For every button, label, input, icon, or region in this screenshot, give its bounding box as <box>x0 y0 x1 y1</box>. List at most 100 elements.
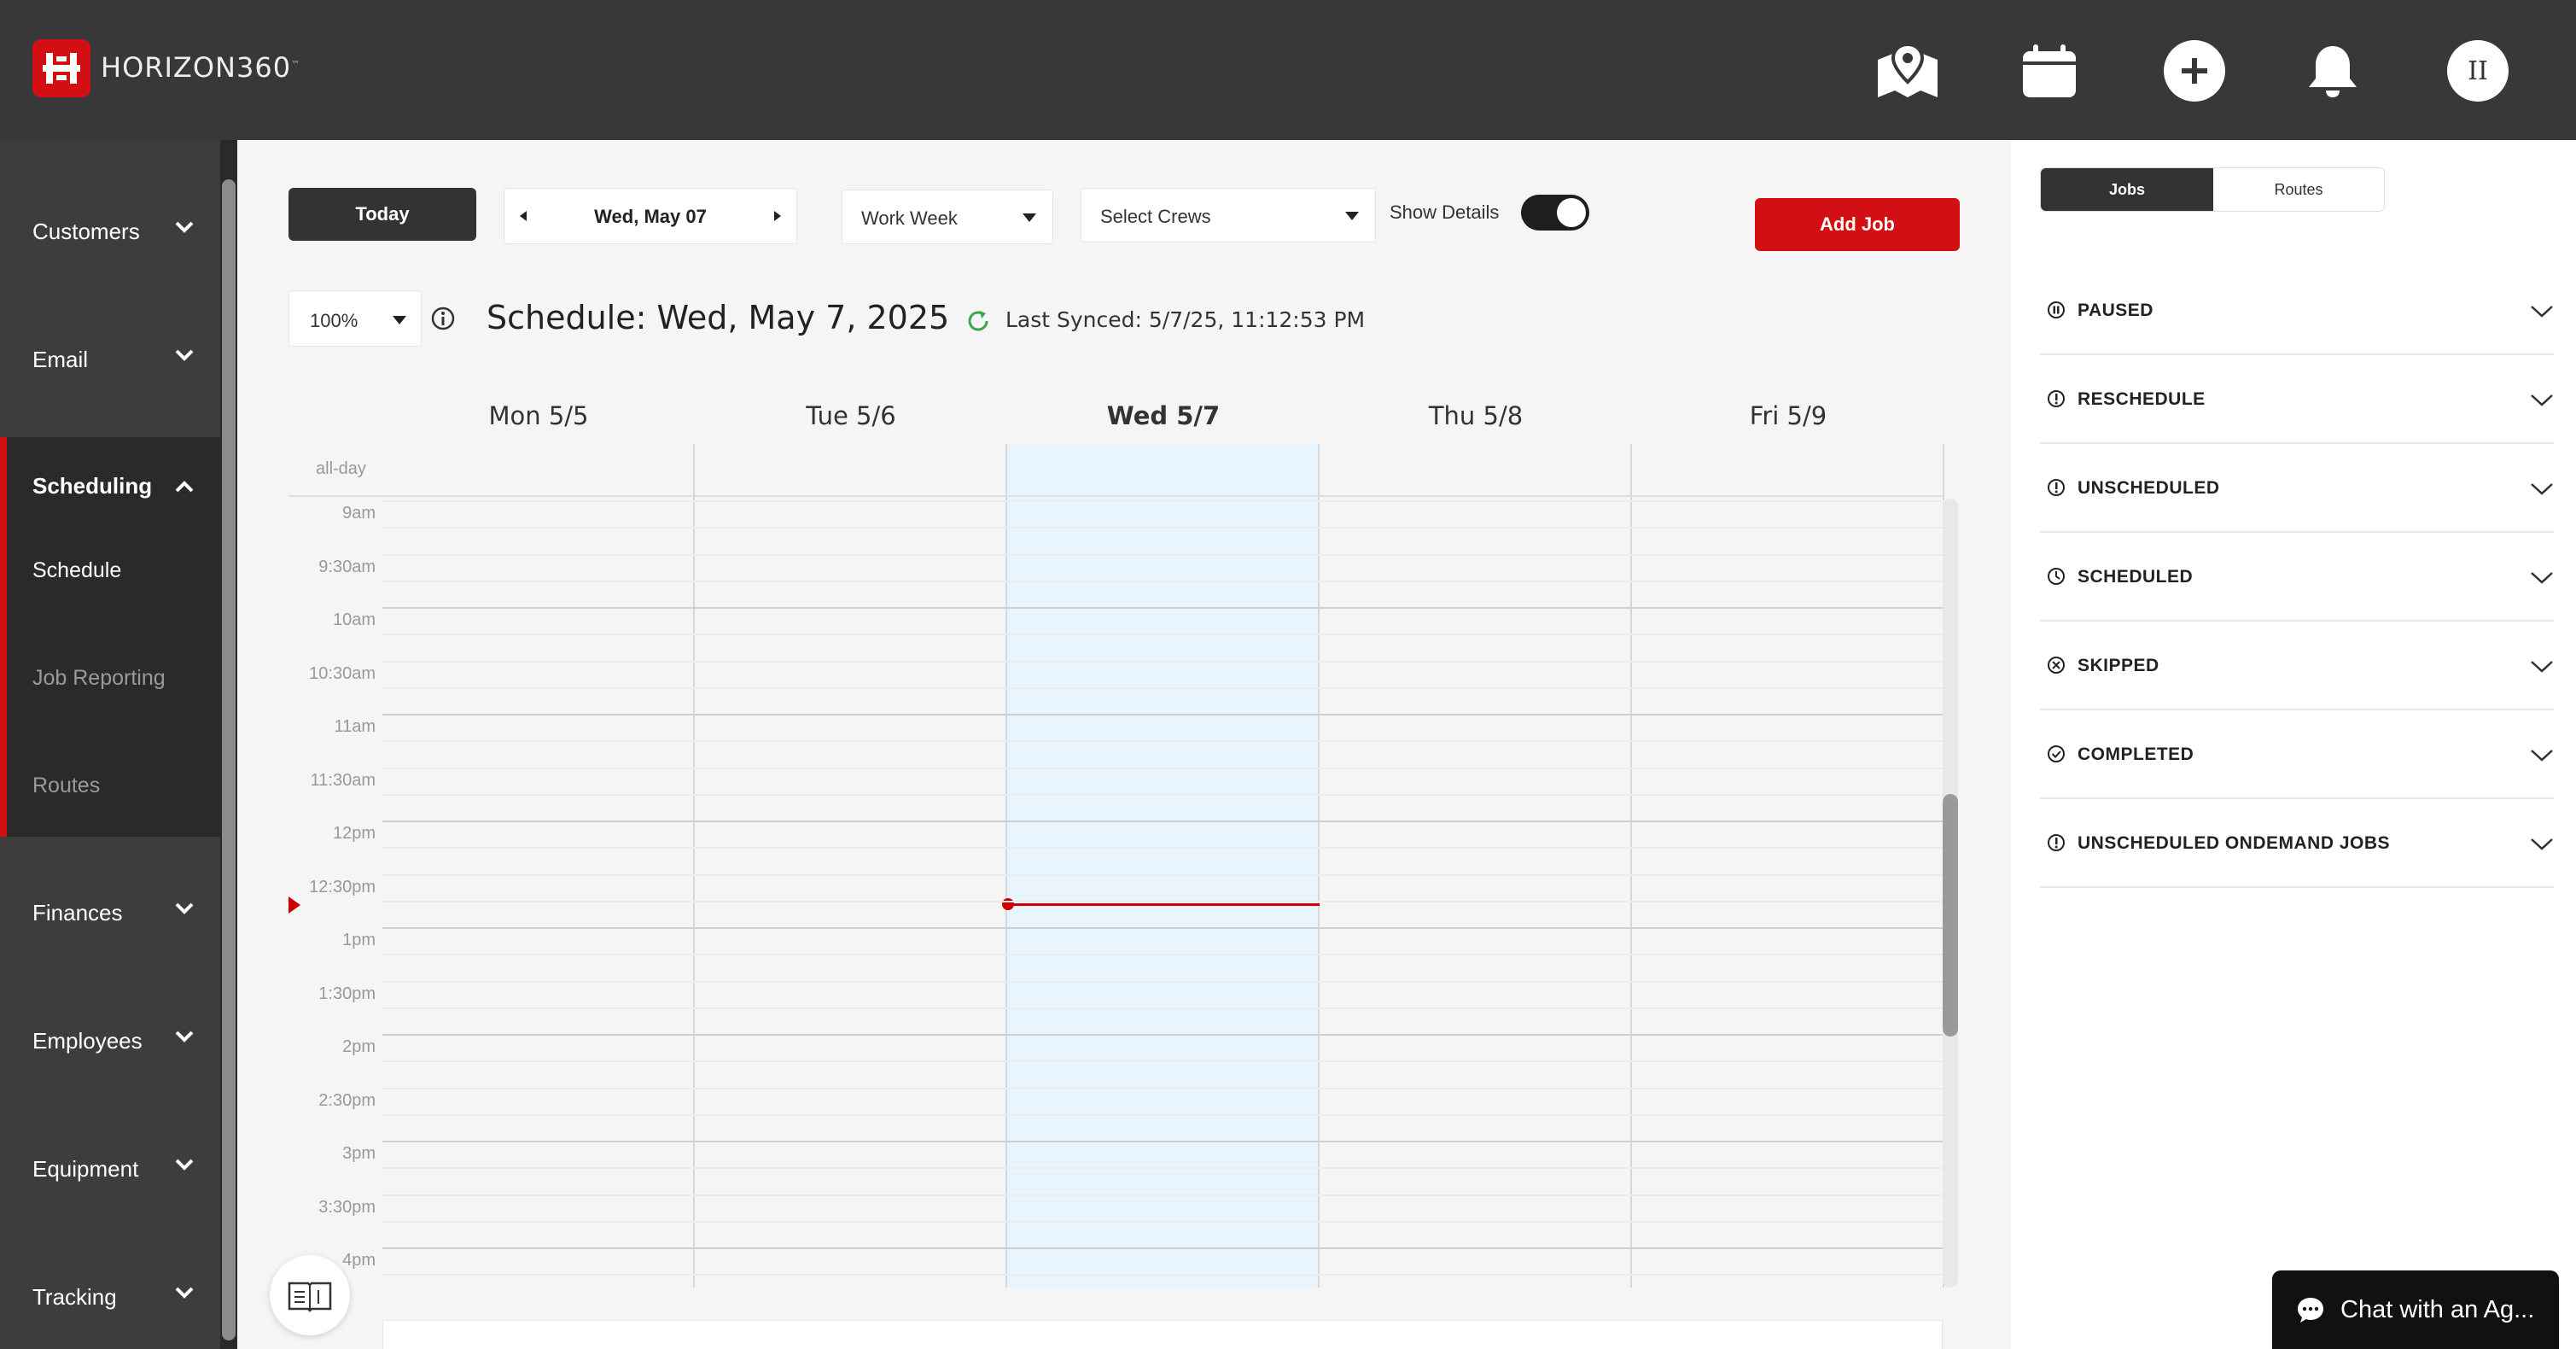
time-label: 2pm <box>342 1037 376 1056</box>
time-label: 10:30am <box>309 664 376 683</box>
last-synced-text: Last Synced: 5/7/25, 11:12:53 PM <box>1005 307 1366 332</box>
sidebar-item-customers[interactable]: Customers <box>0 167 220 295</box>
add-job-button[interactable]: Add Job <box>1755 198 1960 251</box>
top-bar: HORIZON360™ II <box>0 0 2576 140</box>
day-header[interactable]: Tue 5/6 <box>695 401 1007 430</box>
plus-circle-icon[interactable] <box>2156 32 2233 109</box>
map-pin-icon[interactable] <box>1869 32 1946 109</box>
job-group-paused[interactable]: PAUSED <box>2040 266 2554 355</box>
time-grid-line <box>382 1007 1944 1009</box>
zoom-select[interactable]: 100% <box>288 290 422 347</box>
sidebar-item-finances[interactable]: Finances <box>0 849 220 977</box>
job-group-label: PAUSED <box>2078 301 2153 320</box>
sidebar-subitem-job-reporting[interactable]: Job Reporting <box>32 666 166 691</box>
day-header[interactable]: Mon 5/5 <box>382 401 695 430</box>
job-group-scheduled[interactable]: SCHEDULED <box>2040 533 2554 622</box>
logo-text[interactable]: HORIZON360™ <box>101 51 300 84</box>
sidebar-item-label: Finances <box>32 899 123 926</box>
chevron-down-icon <box>175 1287 194 1299</box>
x-circle-icon <box>2048 657 2065 674</box>
day-header[interactable]: Fri 5/9 <box>1632 401 1944 430</box>
chevron-up-icon[interactable] <box>174 480 195 493</box>
alert-circle-icon <box>2048 479 2065 496</box>
time-grid-line <box>382 847 1944 849</box>
time-label: 10am <box>332 610 376 629</box>
sidebar-item-employees[interactable]: Employees <box>0 977 220 1105</box>
tab-jobs[interactable]: Jobs <box>2041 168 2213 211</box>
job-group-unscheduled[interactable]: UNSCHEDULED <box>2040 444 2554 533</box>
time-grid-line <box>382 1247 1944 1249</box>
job-group-skipped[interactable]: SKIPPED <box>2040 622 2554 710</box>
chevron-down-icon <box>2531 306 2553 318</box>
time-label: 3:30pm <box>318 1198 376 1217</box>
job-group-label: RESCHEDULE <box>2078 389 2206 409</box>
info-icon[interactable] <box>430 306 456 331</box>
view-select[interactable]: Work Week <box>842 190 1053 244</box>
time-grid-line <box>382 1114 1944 1116</box>
day-header[interactable]: Thu 5/8 <box>1320 401 1632 430</box>
chat-button[interactable]: Chat with an Ag... <box>2272 1270 2559 1349</box>
avatar[interactable]: II <box>2439 32 2516 109</box>
tab-routes[interactable]: Routes <box>2213 168 2384 211</box>
job-group-reschedule[interactable]: RESCHEDULE <box>2040 355 2554 444</box>
day-divider <box>1318 444 1320 1288</box>
caret-right-icon[interactable] <box>772 209 783 223</box>
crew-select[interactable]: Select Crews <box>1081 188 1376 242</box>
caret-down-icon <box>393 316 406 324</box>
guide-button[interactable] <box>270 1255 350 1335</box>
logo-mark-icon[interactable] <box>32 39 90 97</box>
sidebar-item-label: Tracking <box>32 1283 117 1310</box>
chat-bubble-icon <box>2298 1298 2323 1323</box>
calendar-icon[interactable] <box>2011 32 2088 109</box>
chevron-down-icon <box>175 1031 194 1042</box>
date-navigator: Wed, May 07 <box>504 188 797 244</box>
time-grid-line <box>382 874 1944 876</box>
sidebar-item-equipment[interactable]: Equipment <box>0 1105 220 1233</box>
book-icon <box>288 1282 332 1312</box>
day-headers: Mon 5/5 Tue 5/6 Wed 5/7 Thu 5/8 Fri 5/9 <box>382 386 1944 444</box>
sidebar-subitem-routes[interactable]: Routes <box>32 774 100 798</box>
time-grid-line <box>382 794 1944 796</box>
bell-icon[interactable] <box>2294 32 2371 109</box>
time-grid-line <box>382 1034 1944 1036</box>
chevron-down-icon <box>175 349 194 361</box>
job-group-unscheduled-ondemand[interactable]: UNSCHEDULED ONDEMAND JOBS <box>2040 799 2554 888</box>
sidebar-item-email[interactable]: Email <box>0 295 220 423</box>
toggle-knob <box>1557 198 1586 227</box>
time-grid-line <box>382 500 1944 502</box>
panel-tabs: Jobs Routes <box>2040 167 2385 212</box>
time-label: 12pm <box>332 824 376 843</box>
chevron-down-icon <box>2531 838 2553 850</box>
time-label: 9am <box>342 504 376 523</box>
sync-icon[interactable] <box>966 309 990 333</box>
chevron-down-icon <box>175 1159 194 1171</box>
time-label: 9:30am <box>318 558 376 576</box>
job-group-completed[interactable]: COMPLETED <box>2040 710 2554 799</box>
time-label: 12:30pm <box>309 878 376 896</box>
time-label: 2:30pm <box>318 1091 376 1110</box>
current-time-marker-icon <box>288 896 300 914</box>
calendar-scrollbar-thumb[interactable] <box>1943 794 1958 1037</box>
time-grid-line <box>382 981 1944 983</box>
chevron-down-icon <box>2531 394 2553 406</box>
job-group-label: UNSCHEDULED <box>2078 478 2220 498</box>
avatar-initials: II <box>2468 55 2488 86</box>
sidebar-item-scheduling[interactable]: Scheduling <box>32 473 152 499</box>
today-button[interactable]: Today <box>288 188 476 241</box>
current-date-label: Wed, May 07 <box>594 206 707 227</box>
job-group-label: COMPLETED <box>2078 745 2194 764</box>
time-grid-line <box>382 607 1944 609</box>
time-grid-line <box>382 1060 1944 1062</box>
time-grid-line <box>382 927 1944 929</box>
time-grid-line <box>382 820 1944 822</box>
time-label: 11:30am <box>310 771 376 790</box>
chevron-down-icon <box>175 221 194 233</box>
chevron-down-icon <box>2531 572 2553 584</box>
sidebar-subitem-schedule[interactable]: Schedule <box>32 558 121 583</box>
show-details-toggle[interactable] <box>1521 195 1589 231</box>
sidebar-scrollbar-thumb[interactable] <box>222 179 236 1340</box>
day-divider <box>1005 444 1007 1288</box>
sidebar-item-tracking[interactable]: Tracking <box>0 1233 220 1349</box>
chevron-down-icon <box>175 902 194 914</box>
day-header-today[interactable]: Wed 5/7 <box>1007 401 1320 430</box>
